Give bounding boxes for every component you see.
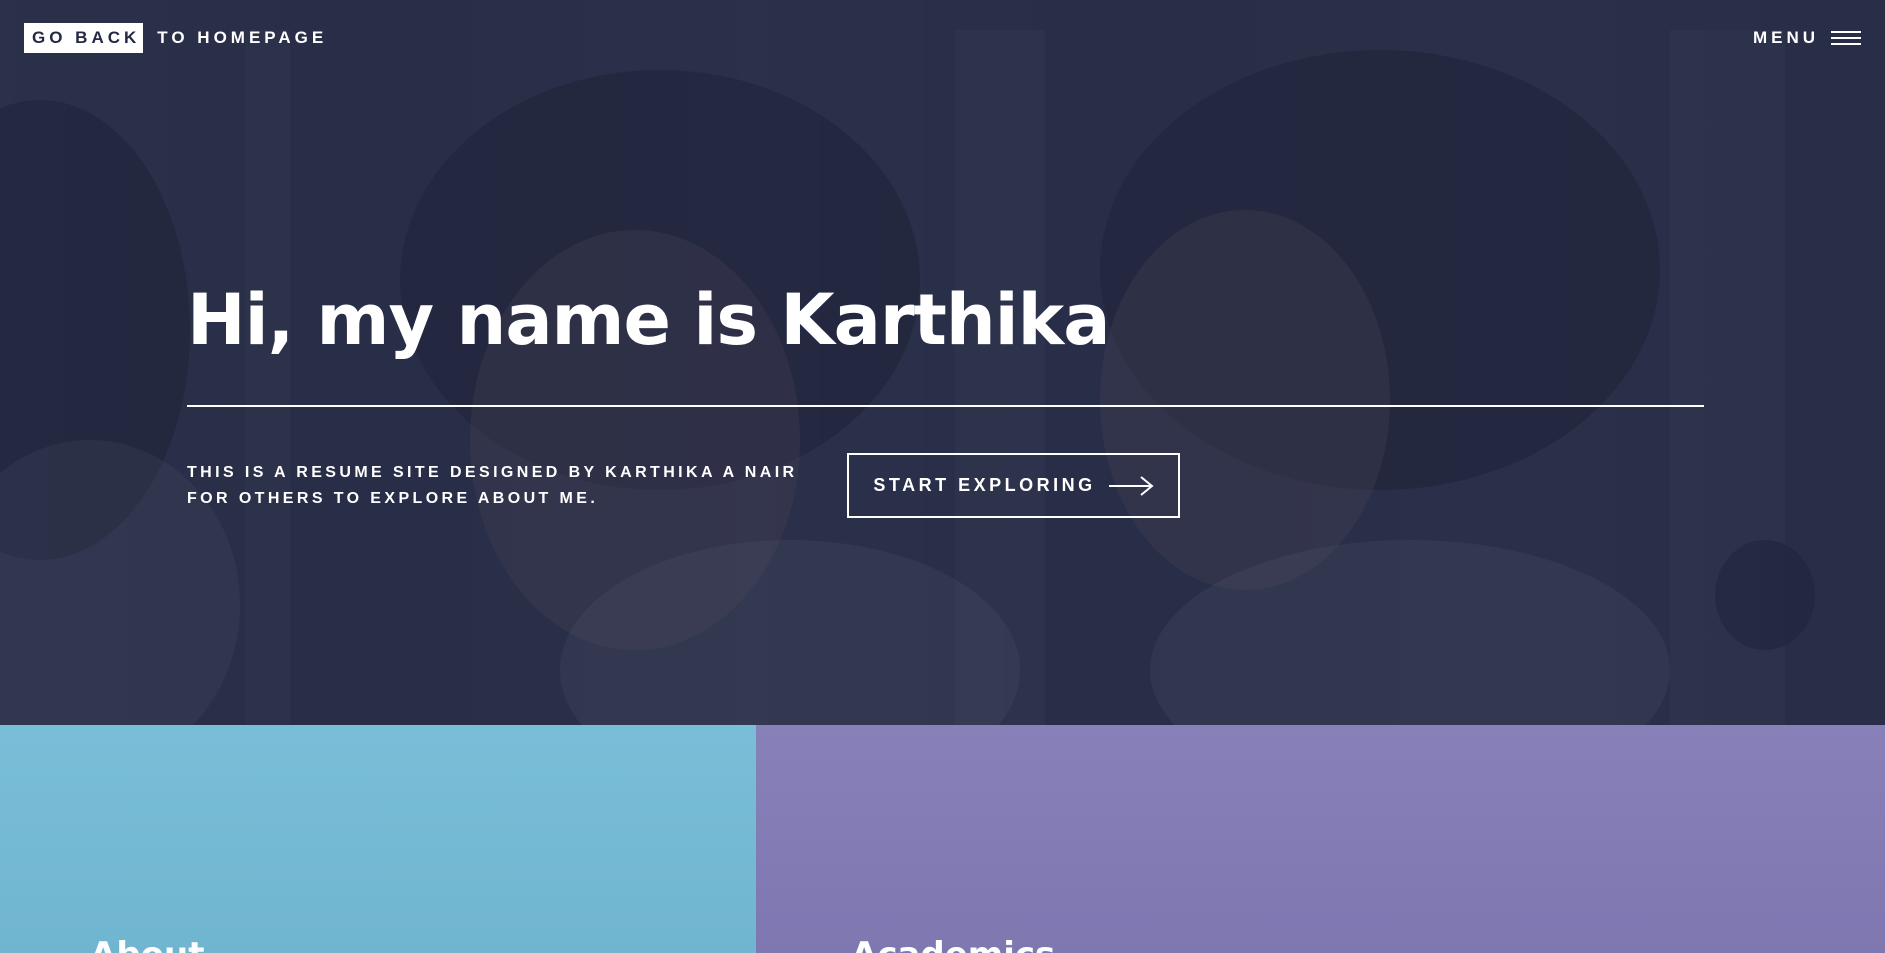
tile-about-title: About xyxy=(90,935,204,953)
banner-description: THIS IS A RESUME SITE DESIGNED BY KARTHI… xyxy=(187,463,798,507)
start-exploring-label: START EXPLORING xyxy=(873,475,1096,495)
arrow-right-icon xyxy=(1108,475,1154,496)
go-back-homepage-link[interactable]: GO BACK TO HOMEPAGE xyxy=(24,23,327,53)
section-tiles: About Academics xyxy=(0,725,1885,953)
banner-row: THIS IS A RESUME SITE DESIGNED BY KARTHI… xyxy=(187,453,1704,518)
menu-button[interactable]: MENU xyxy=(1753,28,1861,48)
tile-about[interactable]: About xyxy=(0,725,756,953)
menu-label: MENU xyxy=(1752,28,1819,47)
banner-divider xyxy=(187,405,1704,407)
tile-academics-title: Academics xyxy=(851,935,1055,953)
logo-rest-text: TO HOMEPAGE xyxy=(157,28,328,47)
tile-academics[interactable]: Academics xyxy=(756,725,1885,953)
logo-box-text: GO BACK xyxy=(24,23,144,53)
hamburger-icon xyxy=(1831,30,1861,46)
start-exploring-button[interactable]: START EXPLORING xyxy=(847,453,1180,518)
banner-title: Hi, my name is Karthika xyxy=(187,279,1110,361)
banner-content: Hi, my name is Karthika THIS IS A RESUME… xyxy=(187,270,1704,518)
site-header: GO BACK TO HOMEPAGE MENU xyxy=(0,0,1885,76)
